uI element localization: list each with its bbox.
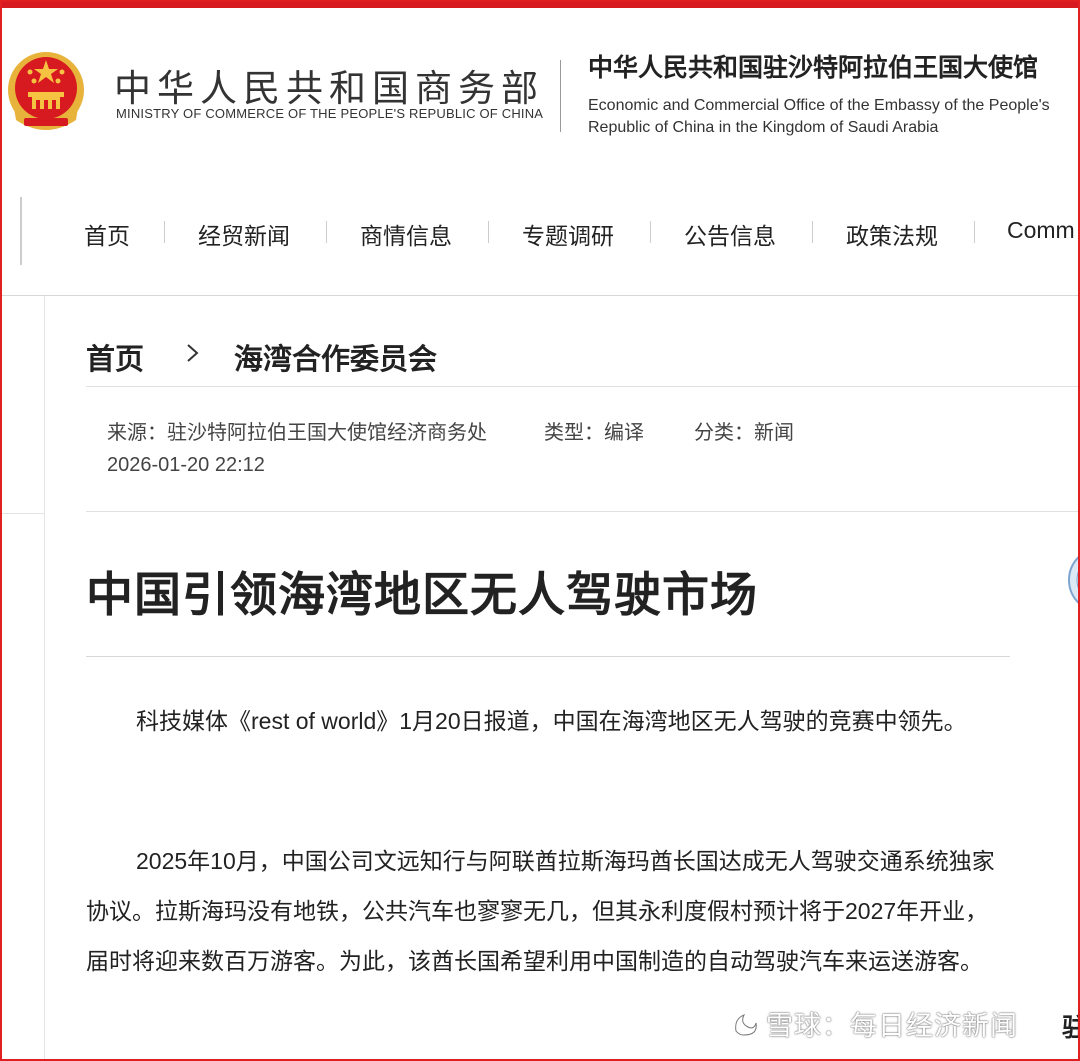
nav-item-trade-news[interactable]: 经贸新闻 (198, 217, 290, 251)
ministry-name-cn[interactable]: 中华人民共和国商务部 (114, 58, 544, 112)
nav-separator (164, 221, 165, 243)
breadcrumb-current[interactable]: 海湾合作委员会 (234, 336, 437, 378)
watermark-text: 雪球：每日经济新闻 (766, 1011, 1018, 1041)
nav-item-comm[interactable]: Comm (1007, 217, 1075, 244)
office-name-en: Economic and Commercial Office of the Em… (588, 97, 1050, 136)
office-name-cn[interactable]: 中华人民共和国驻沙特阿拉伯王国大使馆 (588, 48, 1038, 84)
snowball-logo-icon (735, 1014, 757, 1036)
nav-separator (812, 221, 813, 243)
side-badge-icon[interactable] (1063, 545, 1080, 615)
ministry-name-en: MINISTRY OF COMMERCE OF THE PEOPLE'S REP… (116, 106, 544, 121)
meta-source: 来源：驻沙特阿拉伯王国大使馆经济商务处 (107, 422, 487, 444)
article-paragraph: 科技媒体《rest of world》1月20日报道，中国在海湾地区无人驾驶的竞… (136, 708, 967, 734)
meta-datetime: 2026-01-20 22:12 (107, 454, 265, 476)
nav-item-research[interactable]: 专题调研 (522, 217, 614, 251)
watermark: 雪球：每日经济新闻 (730, 1004, 1018, 1043)
nav-left-divider (20, 197, 22, 265)
nav-item-business-info[interactable]: 商情信息 (360, 217, 452, 251)
header-divider (560, 60, 561, 132)
nav-item-announcements[interactable]: 公告信息 (684, 217, 776, 251)
nav-item-policies[interactable]: 政策法规 (846, 217, 938, 251)
article-paragraph: 2025年10月，中国公司文远知行与阿联酋拉斯海玛酋长国达成无人驾驶交通系统独家… (86, 848, 995, 974)
divider (86, 386, 1080, 387)
nav-separator (488, 221, 489, 243)
title-divider (86, 656, 1010, 657)
top-accent-bar (0, 0, 1080, 8)
sidebar-cutoff-text: 驻 (1062, 1014, 1080, 1042)
content-left-rail (44, 296, 45, 1061)
nav-separator (650, 221, 651, 243)
meta-type: 类型：编译 (544, 422, 644, 444)
nav-separator (326, 221, 327, 243)
national-emblem-icon[interactable] (6, 48, 86, 134)
nav-item-home[interactable]: 首页 (84, 217, 130, 251)
site-header: 中华人民共和国商务部 MINISTRY OF COMMERCE OF THE P… (0, 8, 1080, 169)
meta-category: 分类：新闻 (694, 422, 794, 444)
chevron-right-icon (187, 344, 199, 362)
article-title: 中国引领海湾地区无人驾驶市场 (86, 568, 758, 621)
main-nav: 首页 经贸新闻 商情信息 专题调研 公告信息 政策法规 Comm (0, 161, 1080, 296)
divider (86, 511, 1080, 512)
nav-separator (974, 221, 975, 243)
breadcrumb-home[interactable]: 首页 (86, 336, 144, 378)
rail-tick (2, 513, 44, 514)
